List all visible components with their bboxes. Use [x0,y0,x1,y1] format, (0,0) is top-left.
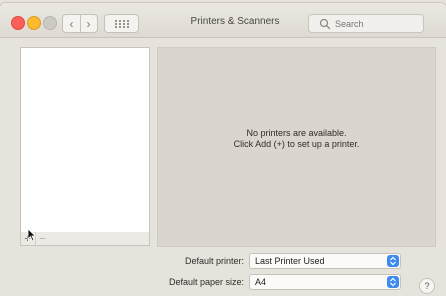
popup-arrows-icon [387,276,399,288]
mouse-pointer-icon [27,228,36,242]
default-paper-size-value: A4 [255,277,267,287]
help-button[interactable]: ? [419,278,435,294]
printer-details-pane: No printers are available. Click Add (+)… [157,47,436,247]
back-forward-control: ‹ › [62,14,98,33]
printer-list-toolbar: + − [20,232,150,246]
chevron-right-icon: › [86,16,91,31]
forward-button[interactable]: › [80,15,97,32]
popup-arrows-icon [387,255,399,267]
chevron-left-icon: ‹ [69,16,74,31]
printers-scanners-window: ‹ › Printers & Scanners + − [0,3,446,296]
back-button[interactable]: ‹ [63,15,81,32]
add-printer-hint: Click Add (+) to set up a printer. [233,139,360,149]
default-paper-size-label: Default paper size: [168,277,244,287]
zoom-button[interactable] [43,16,57,30]
default-paper-size-popup[interactable]: A4 [249,274,401,290]
grid-icon [114,19,129,28]
show-all-button[interactable] [104,14,139,33]
remove-printer-button[interactable]: − [35,232,49,245]
default-printer-popup[interactable]: Last Printer Used [249,253,401,269]
no-printers-message: No printers are available. Click Add (+)… [158,128,435,150]
close-button[interactable] [11,16,25,30]
default-printer-value: Last Printer Used [255,256,325,266]
minimize-button[interactable] [27,16,41,30]
search-icon [319,18,331,29]
title-bar: ‹ › Printers & Scanners [0,3,446,38]
default-printer-label: Default printer: [184,256,244,266]
printer-list[interactable] [20,47,150,233]
window-title: Printers & Scanners [190,16,280,27]
search-input[interactable] [331,18,415,29]
no-printers-line: No printers are available. [246,128,347,138]
search-field[interactable] [308,14,424,33]
